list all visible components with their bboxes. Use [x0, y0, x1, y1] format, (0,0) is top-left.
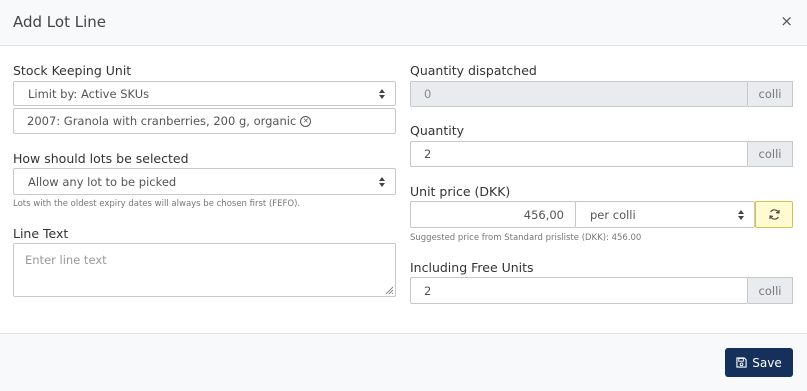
sku-selected-value: 2007: Granola with cranberries, 200 g, o… [27, 114, 297, 128]
free-units-input[interactable]: 2 [410, 277, 748, 304]
unit-price-input[interactable]: 456,00 [410, 201, 576, 228]
quantity-label: Quantity [410, 123, 465, 138]
quantity-dispatched-label: Quantity dispatched [410, 63, 537, 78]
select-arrows-icon [738, 209, 744, 220]
close-icon[interactable]: × [780, 12, 793, 30]
refresh-icon [768, 209, 780, 220]
unit-price-hint: Suggested price from Standard prisliste … [410, 233, 642, 243]
dialog-header: Add Lot Line × [0, 0, 807, 46]
sku-label: Stock Keeping Unit [13, 63, 132, 78]
save-button[interactable]: Save [725, 348, 793, 377]
quantity-dispatched-input: 0 [410, 81, 748, 107]
quantity-dispatched-value: 0 [424, 87, 432, 101]
unit-price-value: 456,00 [523, 207, 564, 222]
unit-price-per-value: per colli [590, 207, 636, 222]
dialog-title: Add Lot Line [13, 13, 106, 31]
select-arrows-icon [379, 88, 385, 99]
sku-filter-select[interactable]: Limit by: Active SKUs [13, 81, 396, 106]
unit-price-per-select[interactable]: per colli [575, 201, 755, 228]
lot-selection-hint: Lots with the oldest expiry dates will a… [13, 199, 301, 209]
lot-selection-value: Allow any lot to be picked [28, 174, 177, 189]
save-button-label: Save [752, 355, 782, 370]
lot-selection-select[interactable]: Allow any lot to be picked [13, 168, 396, 195]
quantity-input[interactable]: 2 [410, 141, 748, 167]
quantity-value: 2 [424, 147, 432, 161]
sku-filter-value: Limit by: Active SKUs [28, 86, 150, 101]
quantity-dispatched-unit: colli [748, 81, 793, 107]
free-units-label: Including Free Units [410, 260, 534, 275]
refresh-price-button[interactable] [755, 201, 793, 228]
free-units-unit: colli [748, 277, 793, 304]
dialog-footer: Save [0, 333, 807, 391]
clear-selection-icon[interactable]: ✕ [300, 115, 312, 127]
quantity-unit: colli [748, 141, 793, 167]
line-text-placeholder: Enter line text [25, 253, 107, 267]
sku-select[interactable]: 2007: Granola with cranberries, 200 g, o… [13, 108, 396, 134]
line-text-input[interactable]: Enter line text [13, 243, 396, 297]
unit-price-label: Unit price (DKK) [410, 184, 511, 199]
lot-selection-label: How should lots be selected [13, 151, 189, 166]
free-units-value: 2 [424, 283, 432, 298]
save-icon [736, 357, 747, 368]
line-text-label: Line Text [13, 226, 69, 241]
add-lot-line-dialog: Add Lot Line × Stock Keeping Unit Limit … [0, 0, 807, 391]
resize-grip-icon[interactable] [385, 286, 393, 294]
select-arrows-icon [379, 176, 385, 187]
